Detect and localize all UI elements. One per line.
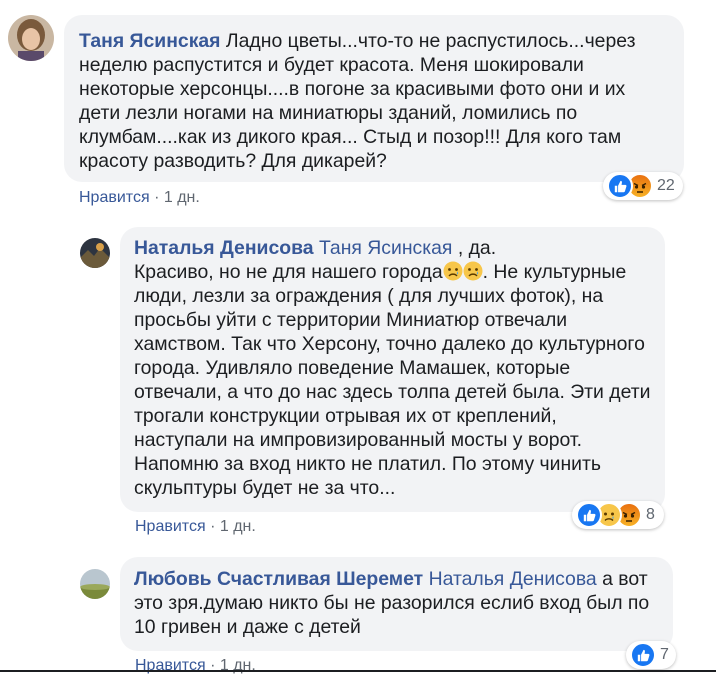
sad-emoji-icon [463, 261, 483, 281]
separator: · [210, 518, 216, 535]
comment-bubble: Таня Ясинская Ладно цветы...что-то не ра… [64, 15, 684, 182]
comment-bubble: Любовь Счастливая Шеремет Наталья Денисо… [120, 557, 673, 651]
timestamp[interactable]: 1 дн. [164, 189, 200, 206]
comment-author[interactable]: Таня Ясинская [79, 30, 221, 52]
avatar-lyubov[interactable] [80, 569, 110, 599]
like-link[interactable]: Нравится [135, 518, 206, 535]
avatar-photo [80, 238, 110, 268]
comment-actions: Нравится · 1 дн. [135, 518, 256, 536]
like-link[interactable]: Нравится [79, 189, 150, 206]
like-icon [630, 642, 656, 668]
avatar-photo [8, 15, 54, 61]
like-icon [607, 173, 633, 199]
comment-text: Красиво, но не для нашего города [134, 261, 443, 283]
reaction-count: 8 [646, 506, 655, 523]
comment-actions: Нравится · 1 дн. [79, 189, 200, 207]
reaction-count: 22 [657, 177, 675, 194]
avatar-tanya[interactable] [8, 15, 54, 61]
reaction-summary[interactable]: 22 [603, 172, 683, 200]
mention-link[interactable]: Таня Ясинская [319, 237, 452, 259]
avatar-photo [80, 569, 110, 599]
mention-link[interactable]: Наталья Денисова [429, 568, 597, 590]
timestamp[interactable]: 1 дн. [220, 518, 256, 535]
comment-author[interactable]: Наталья Денисова [134, 237, 314, 259]
comment-actions: Нравится · 1 дн. [135, 657, 256, 675]
reaction-summary[interactable]: 8 [572, 501, 664, 529]
like-icon [576, 502, 602, 528]
mention-suffix: , да. [457, 237, 497, 259]
sad-emoji-icon [443, 261, 463, 281]
divider [0, 670, 716, 672]
comment-text-continued: . Не культурные люди, лезли за ограждени… [134, 261, 651, 499]
comment-bubble: Наталья Денисова Таня Ясинская , да. Кра… [120, 227, 665, 512]
comment-author[interactable]: Любовь Счастливая Шеремет [134, 568, 423, 590]
avatar-natalya[interactable] [80, 238, 110, 268]
reaction-count: 7 [660, 646, 669, 663]
reaction-summary[interactable]: 7 [626, 641, 676, 669]
separator: · [154, 189, 160, 206]
